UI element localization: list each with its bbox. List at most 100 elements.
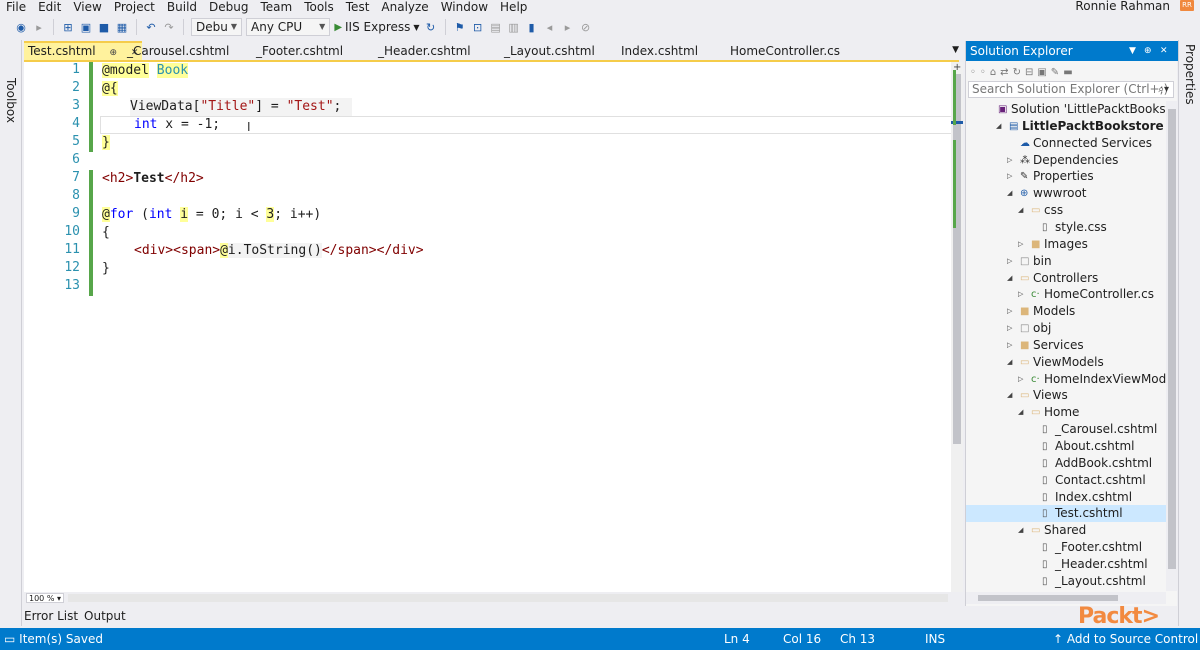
pin-icon[interactable]: ⊕ [109, 48, 117, 58]
home-icon[interactable]: ⌂ [990, 67, 996, 78]
menu-tools[interactable]: Tools [298, 0, 340, 14]
tree-item[interactable]: ◢ ▭ Controllers [966, 270, 1166, 287]
tree-item[interactable]: ▯ style.css [966, 219, 1166, 236]
tab-homecontroller-cs[interactable]: HomeController.cs [730, 41, 840, 61]
expand-arrow-icon[interactable]: ▷ [1007, 303, 1012, 320]
tree-item[interactable]: ▯ _Footer.cshtml [966, 539, 1166, 556]
tab-header-cshtml[interactable]: _Header.cshtml [378, 41, 471, 61]
tab-overflow-icon[interactable]: ▼ [952, 45, 959, 55]
menu-build[interactable]: Build [161, 0, 203, 14]
tree-item[interactable]: ◢ ▭ css [966, 202, 1166, 219]
refresh-icon[interactable]: ↻ [424, 21, 438, 34]
tree-item[interactable]: ▯ Contact.cshtml [966, 472, 1166, 489]
next-bookmark-icon[interactable]: ▸ [561, 21, 575, 34]
expand-arrow-icon[interactable]: ▷ [1007, 320, 1012, 337]
tree-item[interactable]: ▷ ✎ Properties [966, 168, 1166, 185]
window-position-icon[interactable]: ▼ [1129, 41, 1136, 61]
expand-arrow-icon[interactable]: ▷ [1018, 236, 1023, 253]
collapse-arrow-icon[interactable]: ◢ [1018, 404, 1023, 421]
start-debugging-button[interactable]: ▶ IIS Express ▼ [334, 20, 419, 34]
user-avatar-icon[interactable]: RR [1180, 0, 1194, 11]
refresh-icon[interactable]: ↻ [1013, 67, 1021, 78]
menu-project[interactable]: Project [108, 0, 161, 14]
tab-carousel-cshtml[interactable]: _Carousel.cshtml [127, 41, 229, 61]
tree-item[interactable]: ▣Solution 'LittlePacktBookstore' (1 [966, 101, 1166, 118]
collapse-arrow-icon[interactable]: ◢ [1007, 354, 1012, 371]
back-icon[interactable]: ◦ [970, 67, 976, 78]
find-icon[interactable]: ⊡ [471, 21, 485, 34]
comment-icon[interactable]: ▥ [507, 21, 521, 34]
expand-arrow-icon[interactable]: ▷ [1018, 286, 1023, 303]
scrollbar-thumb[interactable] [1168, 109, 1176, 569]
search-icon[interactable]: ⌕▾ [1158, 82, 1169, 97]
bookmark-icon[interactable]: ▮ [525, 21, 539, 34]
tab-output[interactable]: Output [84, 607, 126, 625]
tree-item[interactable]: ▯ Index.cshtml [966, 489, 1166, 506]
close-icon[interactable]: ✕ [1160, 41, 1168, 61]
tab-layout-cshtml[interactable]: _Layout.cshtml [504, 41, 595, 61]
tab-footer-cshtml[interactable]: _Footer.cshtml [256, 41, 343, 61]
tree-item[interactable]: ▷ ⁂ Dependencies [966, 152, 1166, 169]
menu-edit[interactable]: Edit [32, 0, 67, 14]
tab-test-cshtml[interactable]: Test.cshtml ⊕ ✕ [24, 41, 143, 61]
tree-item[interactable]: ▯ _Header.cshtml [966, 556, 1166, 573]
add-to-source-control-button[interactable]: ↑ Add to Source Control ▴ [1053, 628, 1200, 650]
tree-item[interactable]: ▷ □ bin [966, 253, 1166, 270]
tree-item[interactable]: ◢ ▭ Shared [966, 522, 1166, 539]
sync-icon[interactable]: ⇄ [1000, 67, 1008, 78]
tree-item[interactable]: ▯ _Layout.cshtml [966, 573, 1166, 590]
menu-test[interactable]: Test [340, 0, 376, 14]
tree-item[interactable]: ◢ ⊕ wwwroot [966, 185, 1166, 202]
open-file-icon[interactable]: ▣ [79, 21, 93, 34]
collapse-arrow-icon[interactable]: ◢ [1018, 522, 1023, 539]
collapse-arrow-icon[interactable]: ◢ [1007, 270, 1012, 287]
expand-arrow-icon[interactable]: ▷ [1018, 371, 1023, 388]
browser-link-icon[interactable]: ⚑ [453, 21, 467, 34]
menu-analyze[interactable]: Analyze [375, 0, 434, 14]
editor-horizontal-scrollbar[interactable] [68, 594, 948, 602]
tree-item[interactable]: ▷ c· HomeController.cs [966, 286, 1166, 303]
back-icon[interactable]: ◉ [14, 21, 28, 34]
tree-item[interactable]: ◢ ▭ Home [966, 404, 1166, 421]
menu-help[interactable]: Help [494, 0, 533, 14]
properties-icon[interactable]: ✎ [1051, 67, 1059, 78]
undo-icon[interactable]: ↶ [144, 21, 158, 34]
new-project-icon[interactable]: ⊞ [61, 21, 75, 34]
tree-item[interactable]: ▷ ■ Models [966, 303, 1166, 320]
tree-item[interactable]: ▷ ■ Images [966, 236, 1166, 253]
clear-bookmarks-icon[interactable]: ⊘ [579, 21, 593, 34]
tree-item[interactable]: ◢ ▭ Views [966, 387, 1166, 404]
forward-icon[interactable]: ▸ [32, 21, 46, 34]
tree-item[interactable]: ▯ About.cshtml [966, 438, 1166, 455]
prev-bookmark-icon[interactable]: ◂ [543, 21, 557, 34]
tree-horizontal-scrollbar[interactable] [966, 592, 1166, 604]
show-all-files-icon[interactable]: ▣ [1037, 67, 1046, 78]
configuration-select[interactable]: Debu ▼ [191, 18, 243, 36]
menu-team[interactable]: Team [254, 0, 298, 14]
tree-item[interactable]: ▷ ■ Services [966, 337, 1166, 354]
save-all-icon[interactable]: ▦ [115, 21, 129, 34]
redo-icon[interactable]: ↷ [162, 21, 176, 34]
code-editor[interactable]: 1 2 3 4 5 6 7 8 9 10 11 12 13 @model Boo… [24, 62, 959, 592]
collapse-all-icon[interactable]: ⊟ [1025, 67, 1033, 78]
save-icon[interactable]: ■ [97, 21, 111, 34]
platform-select[interactable]: Any CPU ▼ [246, 18, 331, 36]
collapse-arrow-icon[interactable]: ◢ [1018, 202, 1023, 219]
collapse-arrow-icon[interactable]: ◢ [1007, 387, 1012, 404]
tree-item[interactable]: ▷ □ obj [966, 320, 1166, 337]
tree-item[interactable]: ▯ Test.cshtml [966, 505, 1166, 523]
tab-error-list[interactable]: Error List [24, 607, 78, 625]
solution-search-input[interactable]: Search Solution Explorer (Ctrl+;) ⌕▾ [968, 81, 1174, 98]
menu-view[interactable]: View [67, 0, 107, 14]
preview-icon[interactable]: ▬ [1063, 67, 1072, 78]
menu-window[interactable]: Window [435, 0, 494, 14]
tree-vertical-scrollbar[interactable] [1166, 101, 1178, 591]
pin-icon[interactable]: ⊕ [1144, 41, 1152, 61]
forward-icon[interactable]: ◦ [980, 67, 986, 78]
menu-debug[interactable]: Debug [203, 0, 254, 14]
toolbox-tab[interactable]: Toolbox [4, 78, 18, 123]
expand-arrow-icon[interactable]: ▷ [1007, 337, 1012, 354]
collapse-arrow-icon[interactable]: ◢ [996, 118, 1001, 135]
scrollbar-thumb[interactable] [953, 74, 961, 444]
tree-item[interactable]: ▯ _Carousel.cshtml [966, 421, 1166, 438]
